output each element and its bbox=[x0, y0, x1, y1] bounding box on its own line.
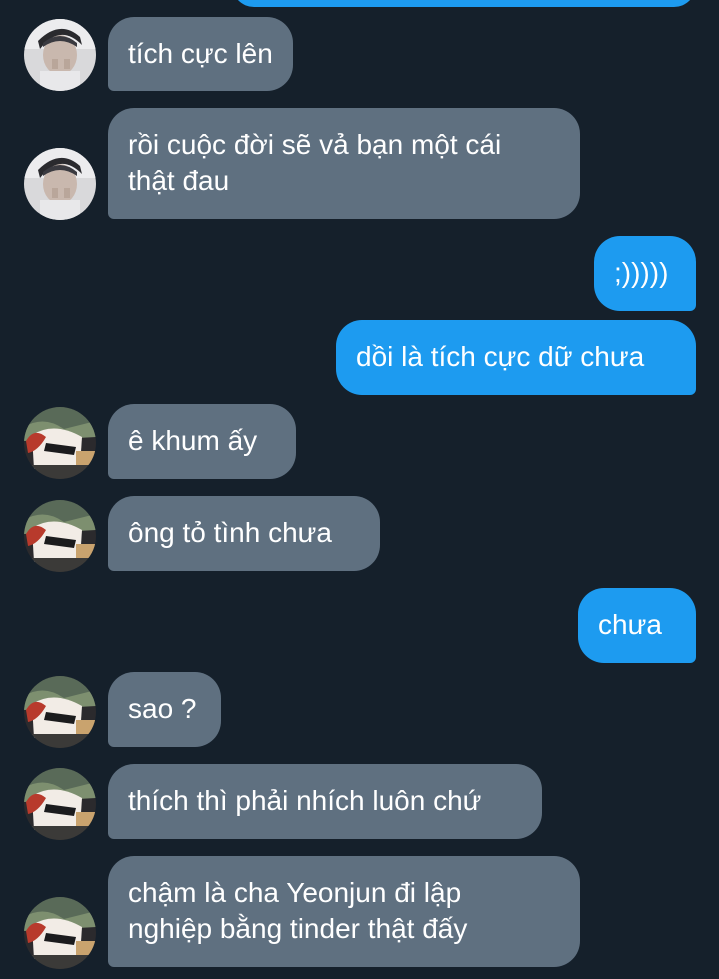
incoming-message-bubble[interactable]: sao ? bbox=[108, 672, 221, 747]
incoming-message-bubble[interactable]: ê khum ấy bbox=[108, 404, 296, 479]
avatar-anime-icon bbox=[24, 897, 96, 969]
avatar-anime-icon bbox=[24, 500, 96, 572]
avatar-anime-icon bbox=[24, 407, 96, 479]
incoming-message-bubble[interactable]: chậm là cha Yeonjun đi lập nghiệp bằng t… bbox=[108, 856, 580, 967]
contact-avatar[interactable] bbox=[24, 500, 96, 572]
outgoing-message-bubble[interactable]: dồi là tích cực dữ chưa bbox=[336, 320, 696, 395]
contact-avatar[interactable] bbox=[24, 676, 96, 748]
outgoing-message-bubble[interactable]: ;))))) bbox=[594, 236, 696, 311]
incoming-message-bubble[interactable]: rồi cuộc đời sẽ vả bạn một cái thật đau bbox=[108, 108, 580, 219]
incoming-message-bubble[interactable]: thích thì phải nhích luôn chứ bbox=[108, 764, 542, 839]
avatar-girl-photo-icon bbox=[24, 19, 96, 91]
previous-outgoing-message-bubble[interactable] bbox=[232, 0, 696, 7]
contact-avatar[interactable] bbox=[24, 148, 96, 220]
incoming-message-bubble[interactable]: ông tỏ tình chưa bbox=[108, 496, 380, 571]
incoming-message-bubble[interactable]: tích cực lên bbox=[108, 17, 293, 91]
avatar-girl-photo-icon bbox=[24, 148, 96, 220]
contact-avatar[interactable] bbox=[24, 897, 96, 969]
contact-avatar[interactable] bbox=[24, 407, 96, 479]
contact-avatar[interactable] bbox=[24, 768, 96, 840]
avatar-anime-icon bbox=[24, 768, 96, 840]
contact-avatar[interactable] bbox=[24, 19, 96, 91]
outgoing-message-bubble[interactable]: chưa bbox=[578, 588, 696, 663]
avatar-anime-icon bbox=[24, 676, 96, 748]
